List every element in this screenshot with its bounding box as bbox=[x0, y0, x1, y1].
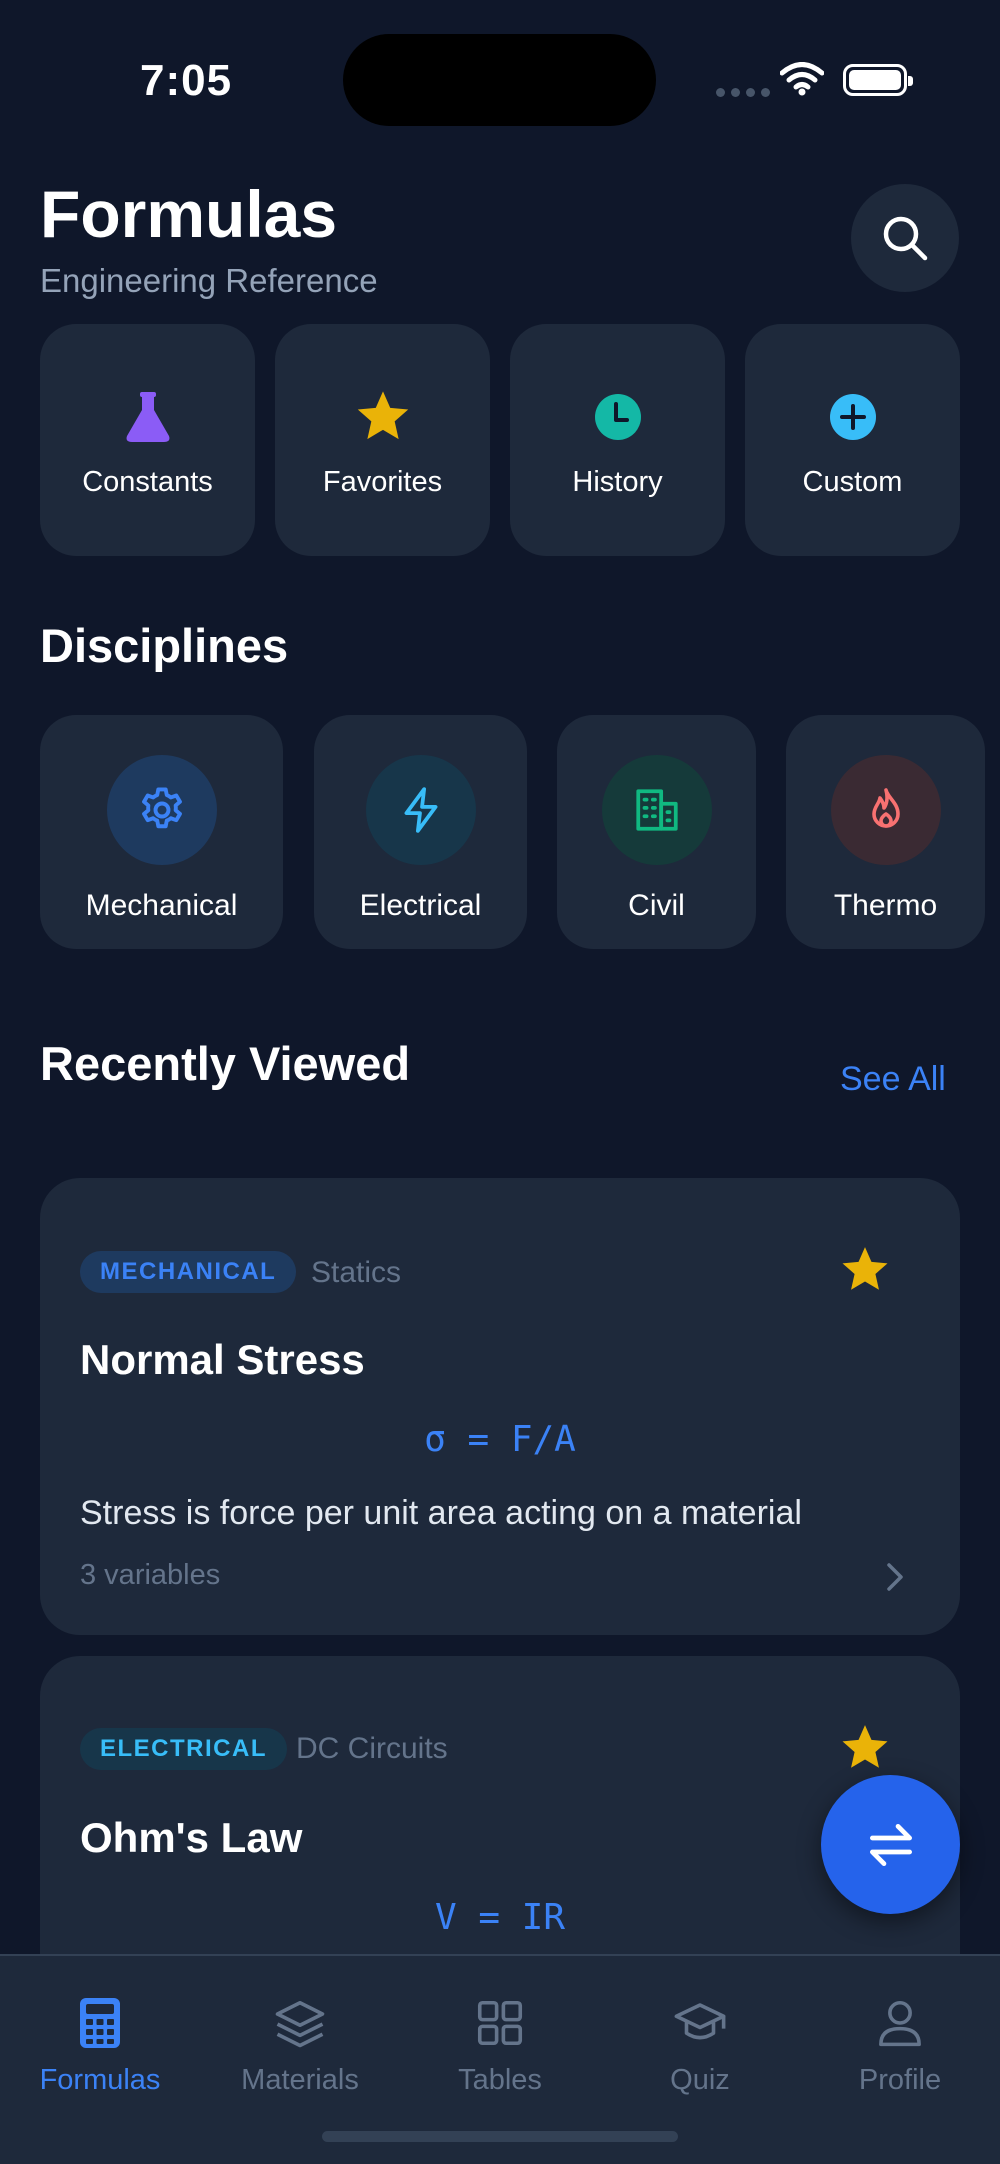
gear-icon bbox=[141, 787, 182, 829]
quick-action-favorites[interactable]: Favorites bbox=[275, 324, 490, 556]
disciplines-carousel[interactable]: Mechanical Electrical Civil Thermo bbox=[40, 715, 985, 949]
discipline-label: Electrical bbox=[359, 889, 482, 922]
discipline-civil[interactable]: Civil bbox=[557, 715, 756, 949]
tab-tables[interactable]: Tables bbox=[400, 1996, 600, 2097]
flask-icon bbox=[126, 392, 169, 442]
calculator-icon bbox=[80, 1998, 120, 2048]
formula-equation: σ = F/A bbox=[424, 1419, 576, 1460]
favorite-star-icon[interactable] bbox=[840, 1724, 890, 1772]
grid-icon bbox=[477, 2000, 523, 2046]
formula-equation: V = IR bbox=[434, 1897, 566, 1938]
disciplines-heading: Disciplines bbox=[40, 619, 289, 672]
subcategory-label: Statics bbox=[311, 1256, 402, 1289]
quick-action-constants[interactable]: Constants bbox=[40, 324, 255, 556]
page-title: Formulas bbox=[40, 177, 338, 251]
quick-actions: Constants Favorites History Custom bbox=[40, 324, 960, 556]
tab-label: Materials bbox=[241, 2064, 359, 2096]
tab-quiz[interactable]: Quiz bbox=[600, 1996, 800, 2097]
person-icon bbox=[879, 2000, 921, 2047]
cellular-signal-icon bbox=[716, 88, 770, 97]
tab-profile[interactable]: Profile bbox=[800, 1996, 1000, 2097]
clock-icon bbox=[594, 394, 641, 440]
formula-name: Normal Stress bbox=[80, 1336, 365, 1383]
status-bar: 7:05 bbox=[0, 0, 1000, 150]
subcategory-label: DC Circuits bbox=[296, 1732, 448, 1765]
tab-label: Tables bbox=[458, 2064, 542, 2096]
discipline-electrical[interactable]: Electrical bbox=[314, 715, 527, 949]
search-button[interactable] bbox=[851, 184, 959, 292]
dynamic-island bbox=[343, 34, 656, 126]
recently-viewed-heading: Recently Viewed bbox=[40, 1037, 411, 1090]
layers-icon bbox=[275, 2000, 325, 2048]
plus-circle-icon bbox=[829, 394, 876, 440]
formula-description: Stress is force per unit area acting on … bbox=[80, 1494, 802, 1532]
tab-label: Quiz bbox=[670, 2064, 730, 2096]
wifi-icon bbox=[780, 62, 824, 96]
tab-formulas[interactable]: Formulas bbox=[0, 1996, 200, 2097]
quick-action-custom[interactable]: Custom bbox=[745, 324, 960, 556]
convert-fab-button[interactable] bbox=[821, 1775, 960, 1914]
quick-action-label: Constants bbox=[82, 466, 213, 498]
graduation-cap-icon bbox=[674, 2003, 726, 2040]
building-icon bbox=[635, 789, 678, 831]
star-icon bbox=[357, 391, 408, 440]
formula-variable-count: 3 variables bbox=[80, 1559, 221, 1591]
discipline-label: Thermo bbox=[833, 889, 938, 922]
tab-label: Formulas bbox=[39, 2064, 161, 2096]
battery-icon bbox=[843, 64, 913, 96]
discipline-mechanical[interactable]: Mechanical bbox=[40, 715, 283, 949]
home-indicator[interactable] bbox=[322, 2131, 678, 2142]
status-time: 7:05 bbox=[140, 56, 233, 105]
search-icon bbox=[883, 216, 928, 261]
tab-materials[interactable]: Materials bbox=[200, 1996, 400, 2097]
discipline-label: Civil bbox=[628, 889, 685, 922]
page-subtitle: Engineering Reference bbox=[40, 262, 378, 299]
flame-icon bbox=[871, 788, 900, 828]
formula-name: Ohm's Law bbox=[80, 1814, 303, 1861]
quick-action-label: Favorites bbox=[322, 466, 443, 498]
lightning-icon bbox=[404, 787, 437, 833]
swap-arrows-icon bbox=[869, 1823, 912, 1866]
see-all-link[interactable]: See All bbox=[840, 1060, 946, 1099]
discipline-tag: MECHANICAL bbox=[80, 1251, 297, 1293]
favorite-star-icon[interactable] bbox=[840, 1246, 890, 1294]
discipline-tag: ELECTRICAL bbox=[80, 1728, 287, 1770]
discipline-label: Mechanical bbox=[85, 889, 238, 922]
discipline-thermo[interactable]: Thermo bbox=[786, 715, 985, 949]
quick-action-label: Custom bbox=[802, 466, 903, 498]
quick-action-history[interactable]: History bbox=[510, 324, 725, 556]
chevron-right-icon bbox=[887, 1563, 903, 1591]
quick-action-label: History bbox=[572, 466, 663, 498]
tab-label: Profile bbox=[858, 2064, 942, 2096]
formula-card-normal-stress[interactable]: MECHANICAL Statics Normal Stress σ = F/A… bbox=[40, 1178, 960, 1635]
